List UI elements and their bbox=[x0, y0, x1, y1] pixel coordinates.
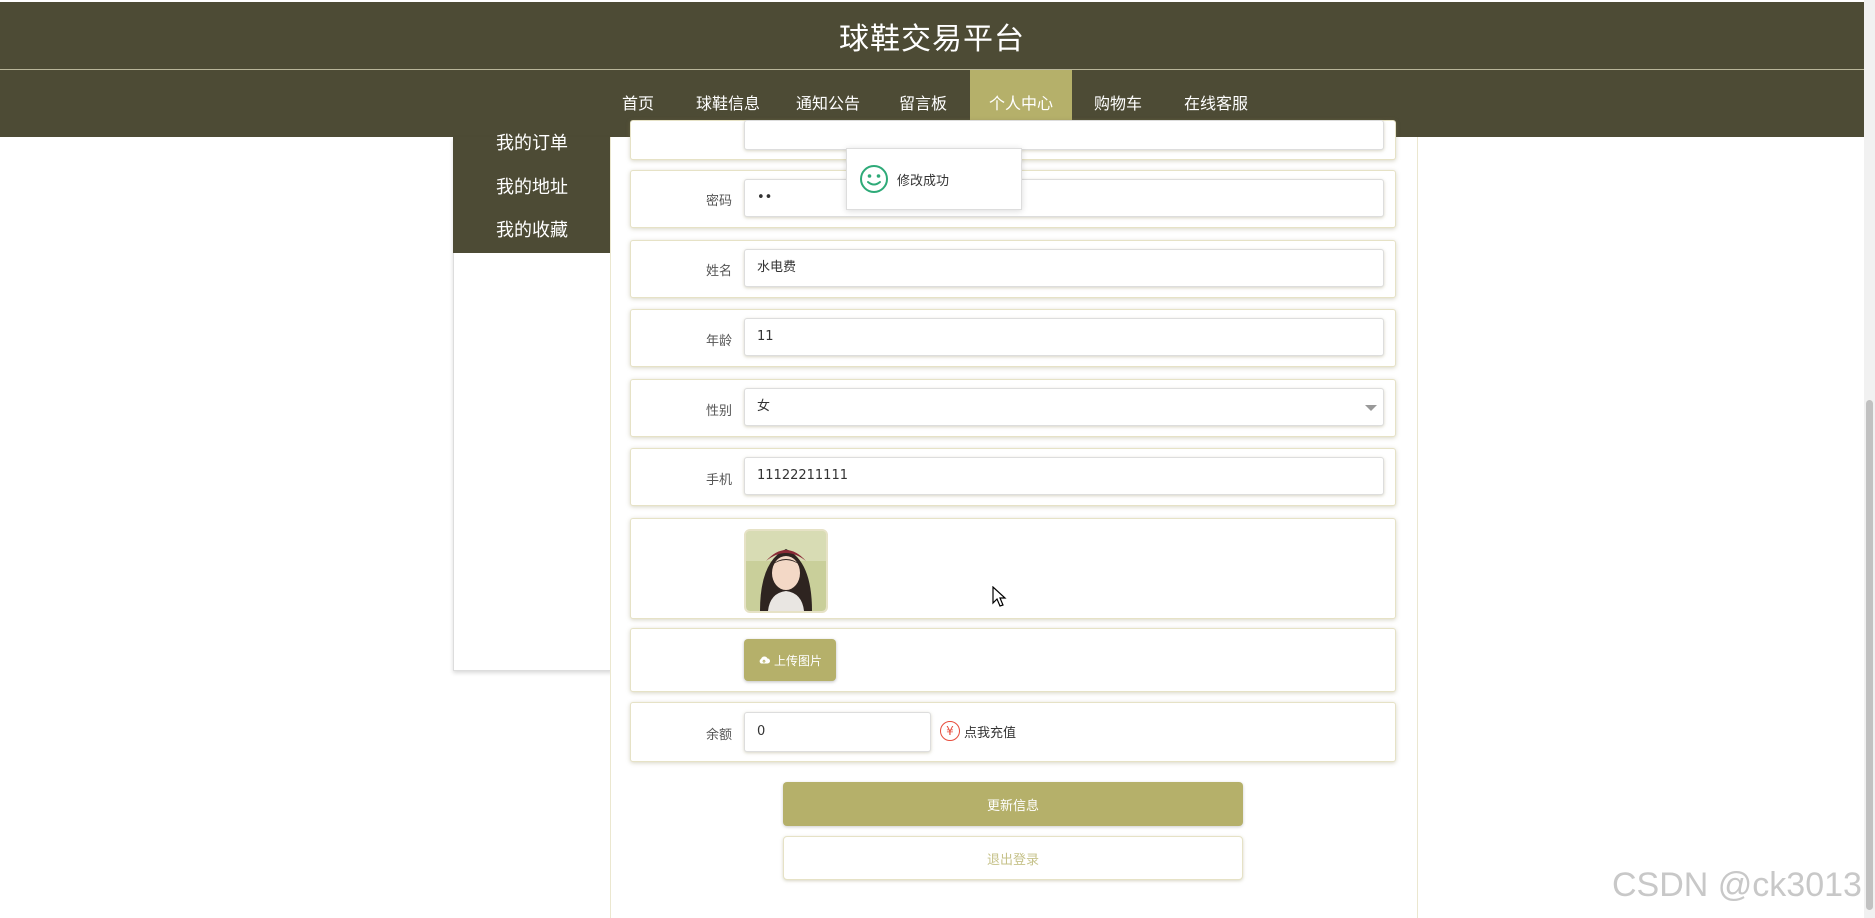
scrollbar-thumb[interactable] bbox=[1866, 400, 1873, 910]
site-title: 球鞋交易平台 bbox=[839, 21, 1025, 57]
age-field[interactable]: 11 bbox=[744, 318, 1384, 356]
name-field[interactable]: 水电费 bbox=[744, 249, 1384, 287]
gender-select[interactable]: 女 bbox=[744, 388, 1384, 426]
upload-image-button[interactable]: 上传图片 bbox=[744, 639, 836, 681]
age-label: 年龄 bbox=[705, 334, 732, 349]
name-label: 姓名 bbox=[705, 264, 732, 279]
recharge-label: 点我充值 bbox=[964, 725, 1017, 741]
mouse-cursor-icon bbox=[992, 586, 1007, 607]
phone-field[interactable]: 11122211111 bbox=[744, 457, 1384, 495]
site-header: 球鞋交易平台 bbox=[0, 2, 1864, 70]
password-label: 密码 bbox=[705, 194, 732, 209]
success-toast: 修改成功 bbox=[846, 148, 1022, 210]
avatar-image bbox=[746, 531, 826, 611]
menu-my-addresses[interactable]: 我的地址 bbox=[453, 168, 611, 208]
gender-label: 性别 bbox=[705, 404, 732, 419]
cut-field[interactable] bbox=[744, 120, 1384, 150]
watermark: CSDN @ck3013 bbox=[1612, 866, 1862, 904]
avatar bbox=[744, 529, 828, 613]
menu-my-orders[interactable]: 我的订单 bbox=[453, 124, 611, 164]
update-info-button[interactable]: 更新信息 bbox=[783, 782, 1243, 826]
phone-label: 手机 bbox=[705, 473, 732, 488]
password-field[interactable]: •• bbox=[744, 179, 1384, 217]
balance-field[interactable]: 0 bbox=[744, 712, 931, 752]
menu-my-favorites[interactable]: 我的收藏 bbox=[453, 211, 611, 251]
smile-icon bbox=[860, 165, 888, 193]
upload-label: 上传图片 bbox=[773, 653, 822, 668]
logout-button[interactable]: 退出登录 bbox=[783, 836, 1243, 880]
chevron-down-icon bbox=[1365, 405, 1377, 411]
toast-message: 修改成功 bbox=[897, 173, 950, 189]
balance-label: 余额 bbox=[705, 728, 732, 743]
cloud-upload-icon bbox=[759, 656, 770, 664]
recharge-link[interactable]: ¥ 点我充值 bbox=[940, 720, 1016, 742]
yen-icon: ¥ bbox=[940, 721, 960, 741]
page-scrollbar[interactable] bbox=[1864, 0, 1875, 918]
